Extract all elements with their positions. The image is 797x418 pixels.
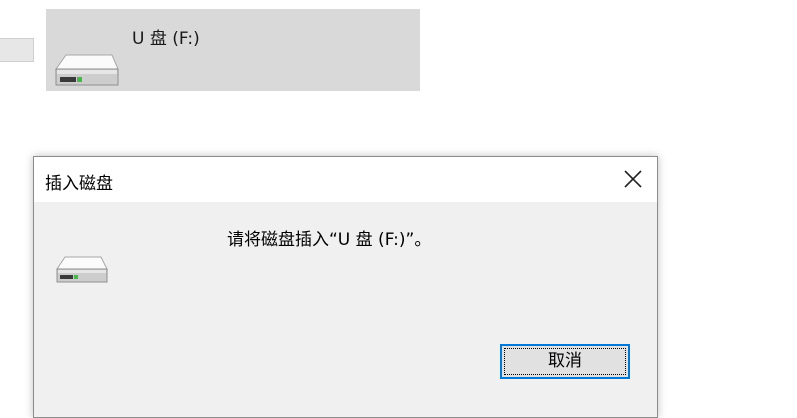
- close-icon: [624, 170, 642, 188]
- dialog-title: 插入磁盘: [45, 174, 113, 194]
- usb-drive-icon: [54, 51, 120, 95]
- background-partial-tab: [0, 38, 34, 62]
- drive-tile-u-disk[interactable]: U 盘 (F:): [46, 9, 420, 91]
- insert-disk-dialog: 插入磁盘 请将磁盘插入“U 盘 (F:)”。 取消: [33, 156, 658, 418]
- usb-drive-icon: [55, 254, 109, 290]
- close-button[interactable]: [621, 167, 645, 191]
- dialog-message: 请将磁盘插入“U 盘 (F:)”。: [227, 230, 432, 250]
- cancel-button-label: 取消: [548, 351, 582, 371]
- drive-label: U 盘 (F:): [132, 29, 200, 49]
- dialog-titlebar[interactable]: 插入磁盘: [34, 157, 657, 202]
- cancel-button[interactable]: 取消: [500, 344, 630, 379]
